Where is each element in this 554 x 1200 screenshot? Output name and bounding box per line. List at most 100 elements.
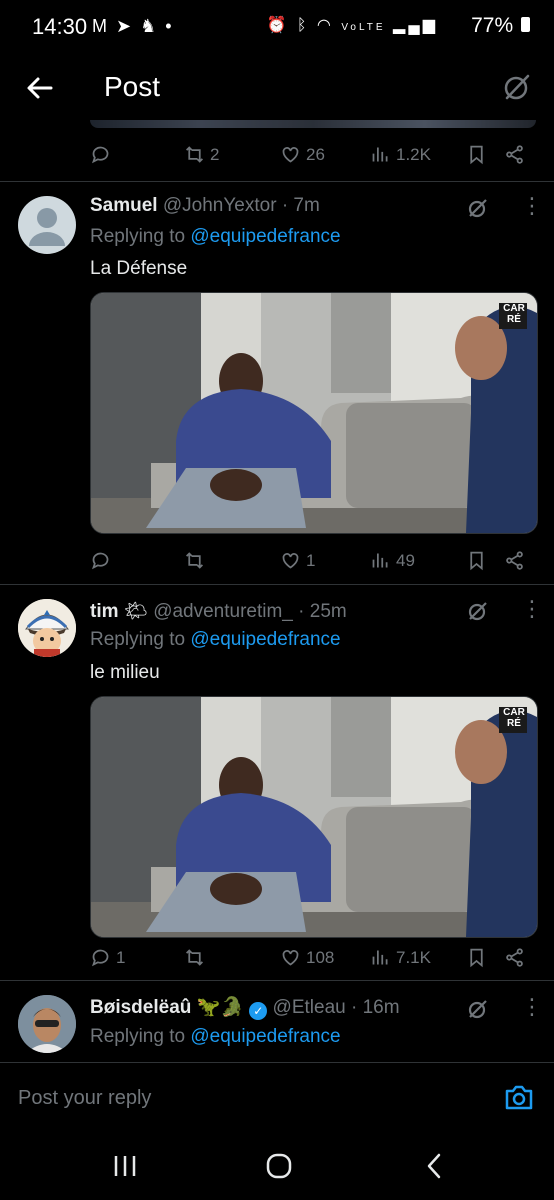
- replying-to-link[interactable]: @equipedefrance: [190, 629, 340, 650]
- like-button[interactable]: 26: [280, 144, 325, 165]
- reply-post[interactable]: Bøisdelëaû 🦖🐊 ✓ @Etleau · 16m ⋮ Replying…: [0, 981, 554, 1061]
- dot-icon: •: [165, 16, 174, 36]
- views-count: 7.1K: [396, 947, 431, 967]
- post-actions: 1 49: [90, 548, 530, 576]
- user-handle[interactable]: @JohnYextor: [163, 195, 277, 216]
- bookmark-button[interactable]: [466, 144, 487, 165]
- bluetooth-icon: ᛒ: [296, 17, 310, 34]
- gmail-icon: M: [92, 16, 109, 36]
- replying-prefix: Replying to: [90, 1026, 186, 1047]
- display-name[interactable]: tim: [90, 601, 119, 622]
- share-button[interactable]: [504, 947, 525, 968]
- video-thumbnail: [91, 293, 537, 533]
- top-header: Post: [0, 56, 554, 120]
- grok-icon[interactable]: [466, 997, 490, 1026]
- heart-icon: [282, 147, 299, 163]
- previous-post-media-strip[interactable]: [90, 120, 536, 128]
- like-button[interactable]: 1: [280, 550, 315, 571]
- views-button[interactable]: 49: [370, 550, 415, 571]
- system-back-icon[interactable]: [424, 1152, 444, 1180]
- post-header: Samuel @JohnYextor · 7m: [90, 195, 320, 217]
- reply-button[interactable]: 1: [90, 947, 125, 968]
- more-options-icon[interactable]: ⋮: [521, 996, 543, 1018]
- back-arrow-icon[interactable]: [24, 72, 56, 104]
- battery-percent: 77%: [471, 14, 514, 37]
- replying-to: Replying to @equipedefrance: [90, 226, 341, 248]
- display-name[interactable]: Samuel: [90, 195, 158, 216]
- like-count: 26: [306, 144, 325, 164]
- channel-badge: CAR RÉ: [503, 303, 525, 325]
- replying-prefix: Replying to: [90, 629, 186, 650]
- heart-icon: [282, 553, 299, 569]
- repost-button[interactable]: [184, 947, 210, 968]
- bookmark-icon: [470, 948, 483, 968]
- wifi-icon: ◠: [316, 17, 334, 34]
- avatar[interactable]: [18, 196, 76, 254]
- bookmark-icon: [470, 551, 483, 571]
- camera-icon[interactable]: [504, 1083, 534, 1111]
- alarm-icon: ⏰: [266, 17, 290, 34]
- share-icon: [506, 551, 523, 570]
- grok-icon[interactable]: [466, 599, 490, 628]
- post-time: · 16m: [351, 997, 400, 1018]
- battery-icon: [521, 17, 530, 32]
- recent-apps-icon[interactable]: [112, 1154, 138, 1178]
- like-count: 108: [306, 947, 335, 967]
- share-icon: [506, 145, 523, 164]
- snapchat-icon: ♞: [140, 16, 159, 36]
- post-text: le milieu: [90, 662, 160, 683]
- reply-icon: [92, 146, 109, 164]
- default-avatar-icon: [29, 208, 65, 246]
- video-thumbnail: [91, 697, 537, 937]
- views-button[interactable]: 1.2K: [370, 144, 431, 165]
- grok-icon[interactable]: [466, 196, 490, 225]
- post-video[interactable]: CAR RÉ: [90, 696, 538, 938]
- reply-icon: [92, 949, 109, 967]
- avatar[interactable]: [18, 599, 76, 657]
- heart-icon: [282, 950, 299, 966]
- views-button[interactable]: 7.1K: [370, 947, 431, 968]
- reply-count: 1: [116, 947, 126, 967]
- views-icon: [372, 147, 388, 162]
- reply-button[interactable]: [90, 144, 111, 165]
- user-handle[interactable]: @adventuretim_: [153, 601, 293, 622]
- battery-indicator: 77%: [471, 14, 530, 38]
- replying-to: Replying to @equipedefrance: [90, 1026, 341, 1048]
- reply-post[interactable]: Samuel @JohnYextor · 7m ⋮ Replying to @e…: [0, 182, 554, 584]
- share-button[interactable]: [504, 550, 525, 571]
- home-icon[interactable]: [265, 1152, 293, 1180]
- display-name[interactable]: Bøisdelëaû: [90, 997, 191, 1018]
- repost-button[interactable]: [184, 550, 210, 571]
- reply-input[interactable]: Post your reply: [18, 1087, 151, 1110]
- replying-to-link[interactable]: @equipedefrance: [190, 1026, 340, 1047]
- verified-badge-icon: ✓: [249, 1002, 268, 1020]
- bookmark-button[interactable]: [466, 947, 487, 968]
- reply-post[interactable]: tim 🌤 @adventuretim_ · 25m ⋮ Replying to…: [0, 585, 554, 980]
- user-handle[interactable]: @Etleau: [273, 997, 346, 1018]
- bookmark-button[interactable]: [466, 550, 487, 571]
- notification-icons: M ➤ ♞ •: [92, 16, 174, 37]
- channel-badge: CAR RÉ: [503, 707, 525, 729]
- name-emoji: 🌤: [123, 601, 148, 622]
- more-options-icon[interactable]: ⋮: [521, 195, 543, 217]
- like-button[interactable]: 108: [280, 947, 334, 968]
- share-button[interactable]: [504, 144, 525, 165]
- replying-to: Replying to @equipedefrance: [90, 629, 341, 651]
- replying-prefix: Replying to: [90, 226, 186, 247]
- more-options-icon[interactable]: ⋮: [521, 598, 543, 620]
- repost-button[interactable]: 2: [184, 144, 219, 165]
- volte-icon: VoLTE: [341, 22, 386, 33]
- reply-button[interactable]: [90, 550, 116, 571]
- avatar[interactable]: [18, 995, 76, 1053]
- status-bar: 14:30 M ➤ ♞ • ⏰ ᛒ ◠ VoLTE ▂▄▆ 77%: [0, 0, 554, 56]
- replying-to-link[interactable]: @equipedefrance: [190, 226, 340, 247]
- views-count: 1.2K: [396, 144, 431, 164]
- post-video[interactable]: CAR RÉ: [90, 292, 538, 534]
- status-time: 14:30: [32, 14, 88, 39]
- like-count: 1: [306, 550, 316, 570]
- name-emoji: 🦖🐊: [196, 997, 244, 1018]
- grok-icon[interactable]: [500, 70, 534, 104]
- post-header: Bøisdelëaû 🦖🐊 ✓ @Etleau · 16m: [90, 995, 400, 1020]
- share-icon: [506, 948, 523, 967]
- system-icons: ⏰ ᛒ ◠ VoLTE ▂▄▆: [266, 15, 438, 35]
